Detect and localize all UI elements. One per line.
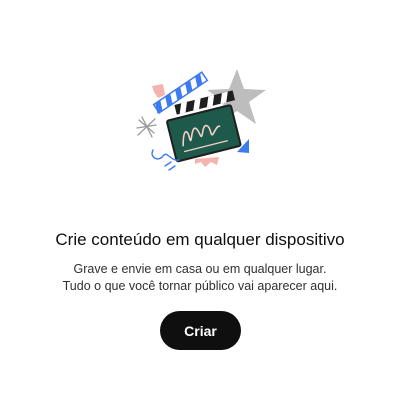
empty-state-subtitle-line2: Tudo o que você tornar público vai apare… <box>62 279 338 293</box>
empty-state-title: Crie conteúdo em qualquer dispositivo <box>55 230 345 249</box>
create-button[interactable]: Criar <box>160 311 241 350</box>
empty-state-subtitle-line1: Grave e envie em casa ou em qualquer lug… <box>73 262 327 276</box>
clapperboard-illustration-icon <box>125 62 275 177</box>
